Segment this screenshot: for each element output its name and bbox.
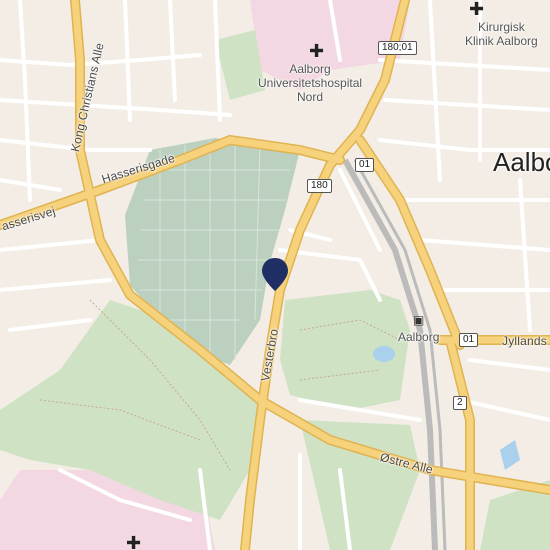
poi-hospital-nord-line3: Nord <box>297 90 324 104</box>
poi-kirurgisk-klinik[interactable]: Kirurgisk Klinik Aalborg <box>465 20 538 48</box>
poi-hospital-nord-line2: Universitetshospital <box>258 76 363 90</box>
route-shield: 2 <box>453 396 467 410</box>
poi-station[interactable]: Aalborg <box>398 330 439 344</box>
train-station-icon: ▣ <box>413 313 425 327</box>
poi-kirurgisk-line2: Klinik Aalborg <box>465 34 538 48</box>
route-shield: 01 <box>355 158 375 172</box>
hospital-cross-icon: ✚ <box>126 533 142 550</box>
poi-hospital-nord-line1: Aalborg <box>289 62 331 76</box>
route-shield: 180;01 <box>378 41 417 55</box>
poi-hospital-nord[interactable]: Aalborg Universitetshospital Nord <box>258 62 362 104</box>
hospital-cross-icon: ✚ <box>309 41 325 61</box>
poi-kirurgisk-line1: Kirurgisk <box>478 20 525 34</box>
map-canvas[interactable]: ✚ ✚ ✚ Aalborg Universitetshospital Nord … <box>0 0 550 550</box>
route-shield: 180 <box>307 179 332 193</box>
city-label: Aalbor <box>493 147 550 177</box>
hospital-cross-icon: ✚ <box>469 0 485 19</box>
street-label-jyllandsgade: Jyllands <box>502 334 547 348</box>
pond <box>373 346 395 362</box>
route-shield: 01 <box>459 333 479 347</box>
